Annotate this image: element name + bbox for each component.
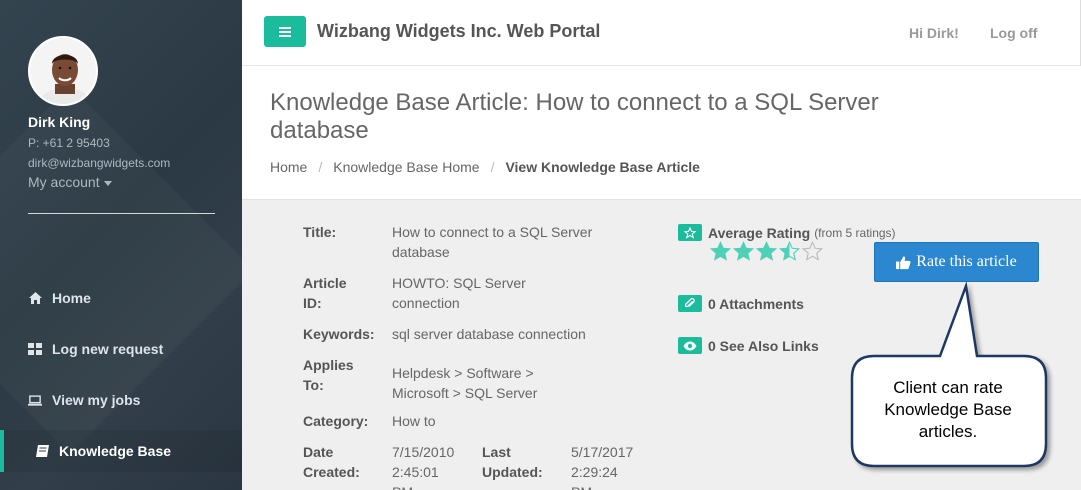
date-created-label-line1: Date [303,444,334,460]
rating-stars [710,241,825,262]
breadcrumb-home[interactable]: Home [270,159,307,175]
star-full-icon [710,241,731,261]
last-updated-label-line1: Last [482,444,511,460]
date-created-label-line2: Created: [303,464,360,480]
home-icon [28,291,42,305]
sidebar-item-home[interactable]: Home [0,277,242,319]
sidebar-item-log-new-request[interactable]: Log new request [0,328,242,370]
title-value-line2: database [392,244,450,260]
user-photo-icon [30,38,96,104]
sidebar-item-label: Knowledge Base [59,443,172,459]
article-id-label-line1: Article [303,275,347,291]
callout-text: Client can rate Knowledge Base articles. [858,377,1038,443]
menu-toggle-button[interactable] [264,16,306,47]
star-empty-icon [802,241,823,261]
applies-to-label-line1: Applies [303,357,354,373]
star-full-icon [756,241,777,261]
average-rating-label: Average Rating [708,224,811,241]
sidebar-item-label: Home [52,290,91,306]
star-full-icon [733,241,754,261]
category-label: Category: [303,413,369,429]
star-half-icon [779,241,800,261]
title-value-line1: How to connect to a SQL Server [392,224,593,240]
grid-icon [28,342,42,356]
article-id-value-line1: HOWTO: SQL Server [392,275,526,291]
article-id-value-line2: connection [392,295,460,311]
article-id-label-line2: ID: [303,295,322,311]
date-created-value-line3: PM [392,482,413,490]
avatar [28,36,98,106]
logoff-link[interactable]: Log off [990,25,1037,41]
applies-to-value-line1: Helpdesk > Software > [392,365,534,381]
average-rating: Average Rating (from 5 ratings) [678,224,896,241]
breadcrumb-separator: / [318,159,323,175]
my-account-label: My account [28,174,100,190]
user-email: dirk@wizbangwidgets.com [28,156,171,170]
title-label: Title: [303,224,337,240]
rate-article-label: Rate this article [916,253,1017,270]
sidebar-item-label: View my jobs [52,392,141,408]
user-name: Dirk King [28,114,91,130]
sidebar-divider [28,213,215,214]
last-updated-value-line2: 2:29:24 [571,464,618,480]
breadcrumb-separator: / [490,159,495,175]
my-account-dropdown[interactable]: My account [28,174,112,190]
greeting-link[interactable]: Hi Dirk! [909,25,959,41]
laptop-icon [28,393,42,407]
page-title: Knowledge Base Article: How to connect t… [270,89,879,144]
sidebar-item-label: Log new request [52,341,164,357]
callout-line2: Knowledge Base [884,400,1012,419]
hamburger-icon [279,26,291,37]
breadcrumb-knowledge-base-home[interactable]: Knowledge Base Home [333,159,479,175]
caret-down-icon [103,180,112,186]
date-created-value-line1: 7/15/2010 [392,444,455,460]
applies-to-label-line2: To: [303,377,324,393]
attachments-label: 0 Attachments [708,295,804,312]
rate-article-button[interactable]: Rate this article [874,242,1039,282]
date-created-value-line2: 2:45:01 [392,464,439,480]
sidebar: Dirk King P: +61 2 95403 dirk@wizbangwid… [0,0,242,490]
keywords-label: Keywords: [303,326,375,342]
last-updated-label-line2: Updated: [482,464,543,480]
thumbs-up-icon [896,255,911,270]
star-badge-icon [678,224,702,241]
applies-to-value-line2: Microsoft > SQL Server [392,385,538,401]
portal-title: Wizbang Widgets Inc. Web Portal [317,21,601,41]
book-icon [35,444,49,458]
user-phone: P: +61 2 95403 [28,136,110,150]
page-header: Knowledge Base Article: How to connect t… [242,66,1081,200]
category-value: How to [392,413,436,429]
last-updated-value-line1: 5/17/2017 [571,444,634,460]
attachments-row[interactable]: 0 Attachments [678,295,804,312]
last-updated-value-line3: PM [571,482,592,490]
callout-line3: articles. [918,422,978,441]
see-also-links-row[interactable]: 0 See Also Links [678,337,819,354]
see-also-links-label: 0 See Also Links [708,337,819,354]
breadcrumb: Home / Knowledge Base Home / View Knowle… [270,159,700,175]
top-bar: Wizbang Widgets Inc. Web Portal Hi Dirk!… [242,0,1081,66]
sidebar-item-view-my-jobs[interactable]: View my jobs [0,379,242,421]
rating-count: (from 5 ratings) [814,225,896,240]
callout-line1: Client can rate [893,378,1003,397]
breadcrumb-current: View Knowledge Base Article [505,159,700,175]
sidebar-item-knowledge-base[interactable]: Knowledge Base [0,430,242,472]
eye-icon [678,337,702,354]
paperclip-icon [678,295,702,312]
keywords-value: sql server database connection [392,326,586,342]
